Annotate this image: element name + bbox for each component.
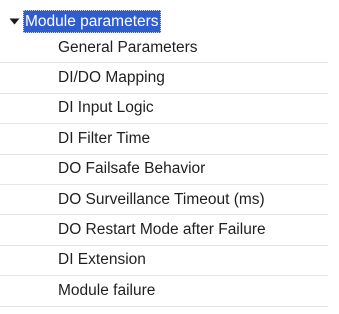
tree-item-general-parameters[interactable]: General Parameters (0, 33, 328, 64)
tree-root-module-parameters[interactable]: Module parameters (0, 10, 339, 33)
triangle-down-icon[interactable] (9, 16, 20, 27)
tree-item-module-failure[interactable]: Module failure (0, 276, 328, 307)
tree-root-label[interactable]: Module parameters (23, 10, 161, 33)
tree-item-do-surveillance-timeout[interactable]: DO Surveillance Timeout (ms) (0, 185, 328, 216)
tree-item-di-filter-time[interactable]: DI Filter Time (0, 124, 328, 155)
parameter-tree: Module parameters General Parameters DI/… (0, 0, 339, 314)
tree-item-do-failsafe-behavior[interactable]: DO Failsafe Behavior (0, 155, 328, 185)
tree-children: General Parameters DI/DO Mapping DI Inpu… (0, 33, 339, 307)
tree-item-di-input-logic[interactable]: DI Input Logic (0, 94, 328, 125)
tree-item-di-do-mapping[interactable]: DI/DO Mapping (0, 63, 328, 94)
tree-item-di-extension[interactable]: DI Extension (0, 246, 328, 277)
tree-item-do-restart-mode[interactable]: DO Restart Mode after Failure (0, 215, 328, 246)
